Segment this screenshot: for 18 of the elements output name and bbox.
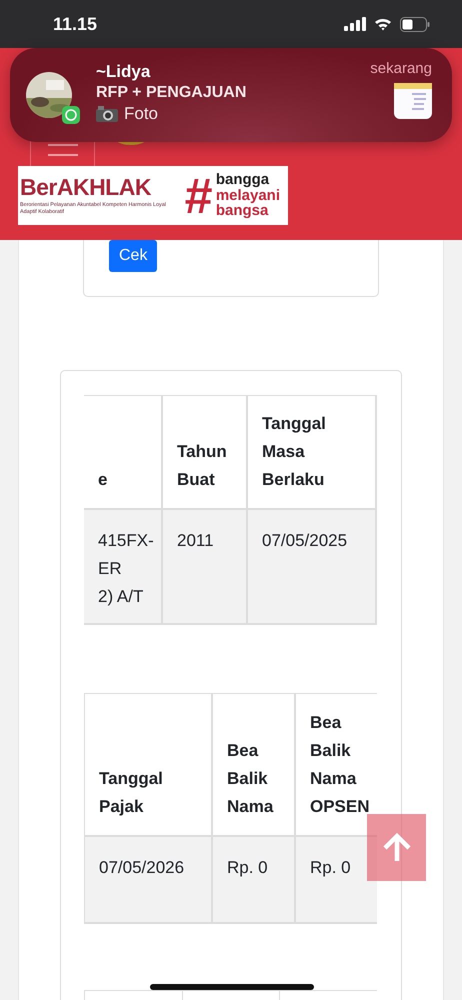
notification-message: Foto bbox=[124, 103, 158, 124]
check-button[interactable]: Cek bbox=[109, 240, 158, 272]
clock-time: 11.15 bbox=[53, 14, 98, 34]
notification-time: sekarang bbox=[370, 60, 432, 77]
table-cell: 415FX- ER 2) A/T bbox=[84, 510, 163, 625]
slogan-line: melayani bbox=[216, 188, 280, 204]
table-cell: 07/05/2026 bbox=[84, 837, 213, 924]
hashtag: # bbox=[184, 170, 212, 220]
table-cell: 2011 bbox=[163, 510, 248, 625]
notification[interactable]: ~Lidya RFP + PENGAJUAN Foto sekarang bbox=[10, 48, 452, 142]
table-cell: Rp. 0 bbox=[213, 837, 296, 924]
notification-sender: ~Lidya bbox=[96, 61, 152, 82]
table-cell: Rp. 0 bbox=[296, 837, 377, 924]
slogan-line: bangsa bbox=[216, 203, 268, 220]
notification-title: RFP + PENGAJUAN bbox=[96, 83, 248, 103]
slogan-line: bangga bbox=[216, 172, 270, 188]
table-cell: 07/05/2025 bbox=[248, 510, 377, 625]
brand-name: BerAKHLAK bbox=[20, 176, 152, 199]
